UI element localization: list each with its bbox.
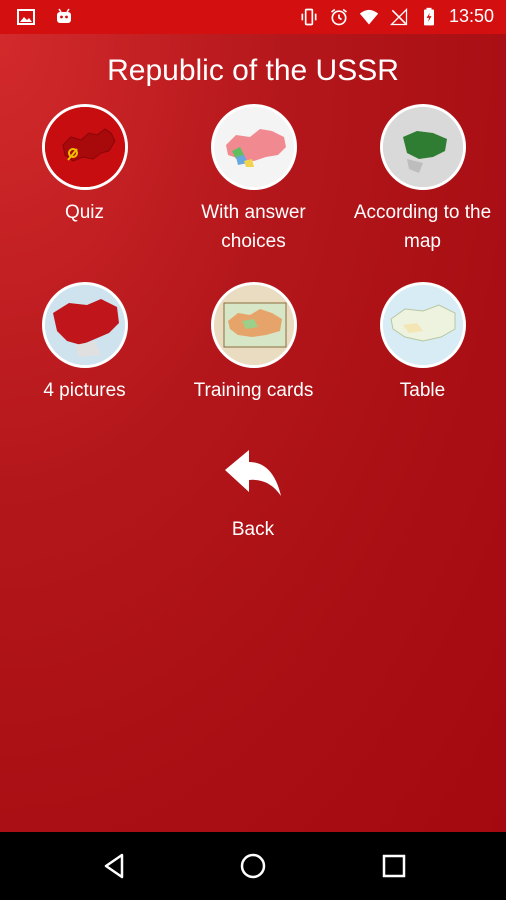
nav-home-icon[interactable]	[239, 852, 267, 880]
menu-item-training-cards[interactable]: Training cards	[169, 282, 338, 405]
menu-item-label: 4 pictures	[43, 380, 126, 401]
menu-item-label: According to the map	[353, 202, 492, 252]
image-icon	[17, 9, 35, 25]
menu-item-label: Quiz	[64, 202, 105, 223]
vibrate-icon	[301, 8, 317, 25]
nav-back-icon[interactable]	[100, 852, 128, 880]
wifi-icon	[359, 9, 379, 24]
page-title: Republic of the USSR	[107, 54, 399, 87]
back-label: Back	[231, 519, 275, 540]
status-time: 13:50	[448, 6, 494, 26]
menu-item-label: Training cards	[193, 380, 314, 401]
menu-item-4-pictures[interactable]: 4 pictures	[0, 282, 169, 405]
red-map-icon	[41, 282, 128, 368]
menu-item-table[interactable]: Table	[338, 282, 506, 405]
back-arrow-icon	[225, 450, 281, 496]
globe-map-icon	[379, 104, 466, 190]
light-map-icon	[379, 282, 466, 368]
navigation-bar	[0, 832, 506, 900]
battery-charging-icon	[423, 7, 434, 25]
menu-item-label: Table	[399, 380, 446, 401]
app-content: Republic of the USSR Quiz With answer ch…	[0, 34, 506, 832]
nav-recents-icon[interactable]	[380, 852, 408, 880]
menu-item-map[interactable]: According to the map	[338, 104, 506, 256]
android-icon	[57, 8, 71, 23]
menu-item-quiz[interactable]: Quiz	[0, 104, 169, 227]
alarm-icon	[330, 8, 347, 25]
menu-item-answer-choices[interactable]: With answer choices	[169, 104, 338, 256]
no-signal-icon	[389, 7, 408, 25]
colored-republics-map-icon	[210, 104, 297, 190]
status-bar: 13:50	[0, 0, 506, 34]
back-button[interactable]: Back	[203, 446, 303, 544]
menu-item-label: With answer choices	[201, 202, 306, 252]
soviet-flag-map-icon	[41, 104, 128, 190]
vintage-map-icon	[210, 282, 297, 368]
